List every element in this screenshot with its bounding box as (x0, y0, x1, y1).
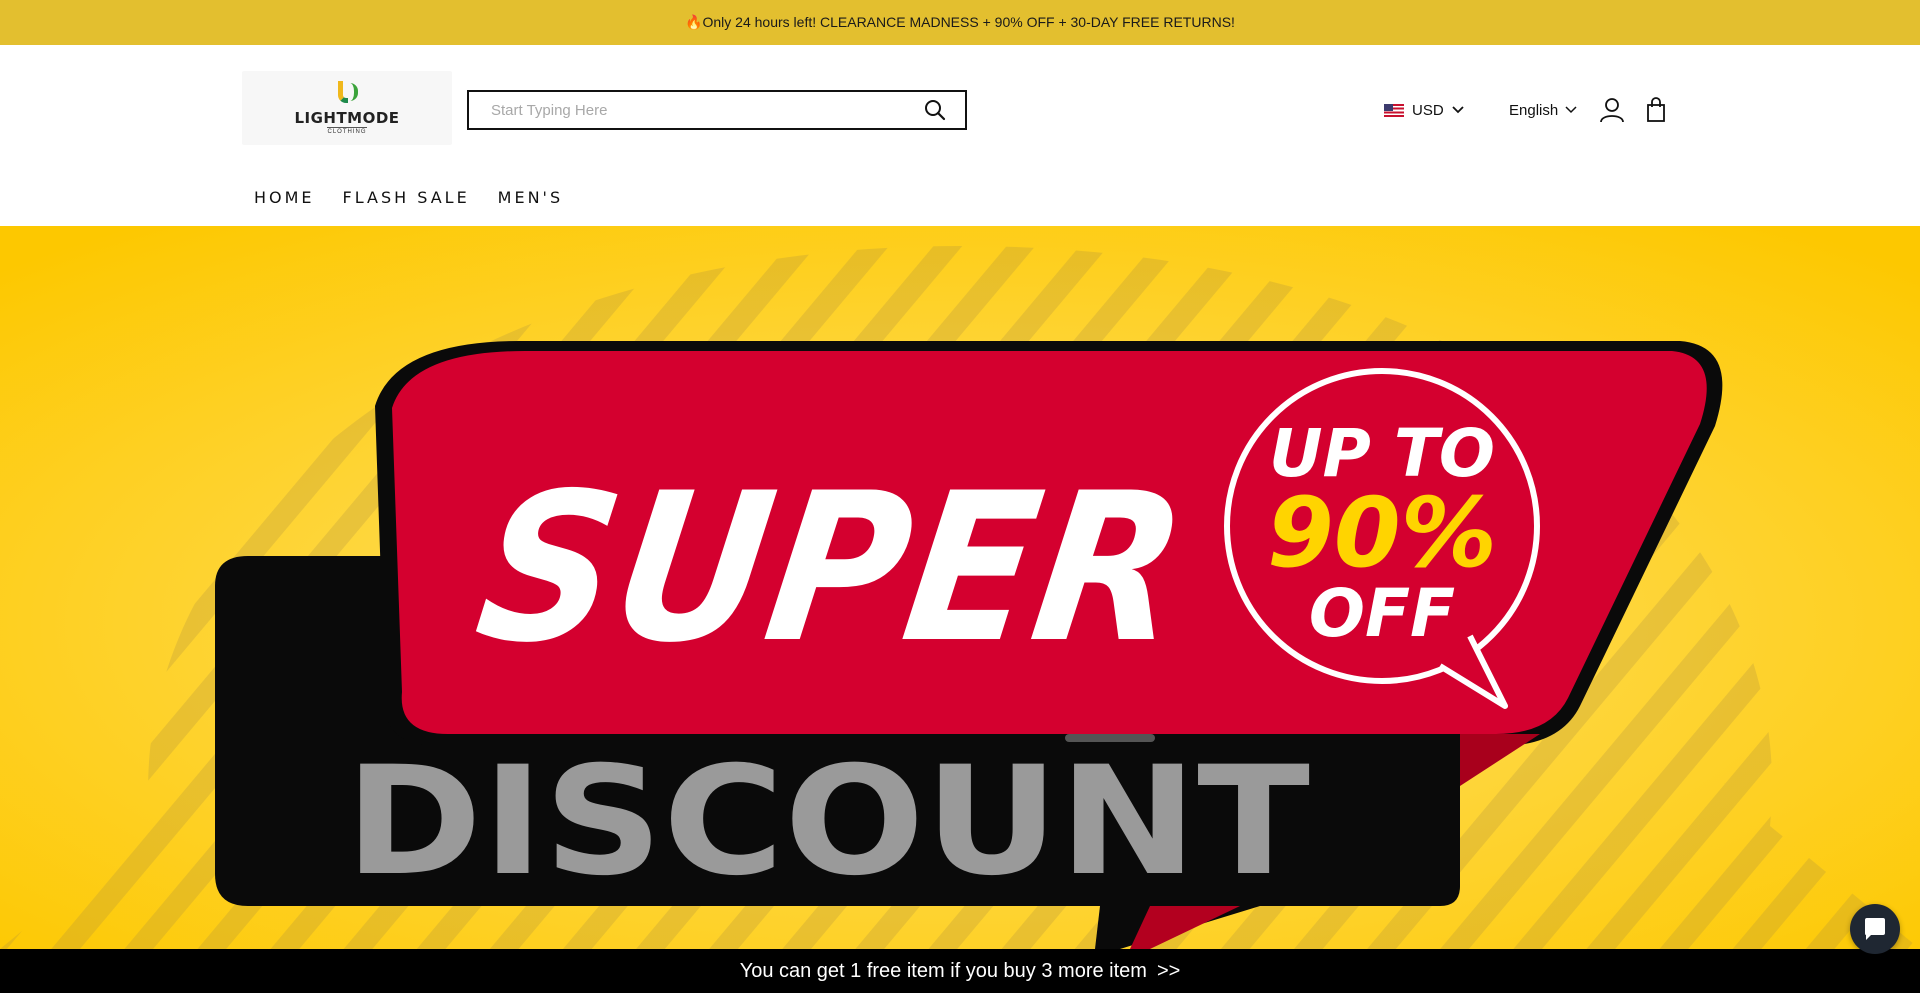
user-icon[interactable] (1599, 97, 1625, 123)
us-flag-icon (1384, 103, 1404, 117)
nav-item-flash-sale[interactable]: FLASH SALE (343, 188, 470, 207)
free-item-promo-bar[interactable]: You can get 1 free item if you buy 3 mor… (0, 949, 1920, 993)
nav-item-mens[interactable]: MEN'S (498, 188, 563, 207)
lightmode-logo-icon (332, 81, 362, 107)
search-icon[interactable] (915, 92, 955, 128)
logo-tagline: CLOTHING (327, 127, 367, 135)
language-selector[interactable]: English (1509, 97, 1577, 123)
site-header: LIGHTMODE CLOTHING USD English HOME FLAS… (0, 45, 1920, 226)
site-logo[interactable]: LIGHTMODE CLOTHING (242, 71, 452, 145)
currency-selector[interactable]: USD (1384, 97, 1464, 123)
hero-banner[interactable]: SUPER DISCOUNT UP TO 90% OFF (0, 226, 1920, 949)
currency-code: USD (1412, 101, 1444, 119)
hero-headline-discount: DISCOUNT (345, 735, 1310, 909)
chevron-down-icon (1565, 106, 1577, 114)
language-label: English (1509, 101, 1559, 119)
hero-badge-bottom: OFF (1309, 575, 1455, 652)
promo-text: You can get 1 free item if you buy 3 mor… (739, 959, 1147, 982)
announcement-bar: 🔥Only 24 hours left! CLEARANCE MADNESS +… (0, 0, 1920, 45)
main-nav: HOME FLASH SALE MEN'S (254, 188, 563, 207)
logo-name: LIGHTMODE (294, 109, 400, 127)
chevron-down-icon (1452, 106, 1464, 114)
announcement-text: 🔥Only 24 hours left! CLEARANCE MADNESS +… (685, 14, 1235, 30)
hero-badge-value: 90% (1267, 477, 1497, 589)
shopping-bag-icon[interactable] (1643, 97, 1669, 123)
chat-bubble-icon[interactable] (1850, 904, 1900, 954)
search-input[interactable] (469, 92, 915, 128)
search-box (467, 90, 967, 130)
promo-arrow: >> (1156, 959, 1181, 982)
nav-item-home[interactable]: HOME (254, 188, 315, 207)
hero-graphic: SUPER DISCOUNT UP TO 90% OFF (0, 226, 1920, 949)
hero-headline-super: SUPER (465, 449, 1199, 688)
